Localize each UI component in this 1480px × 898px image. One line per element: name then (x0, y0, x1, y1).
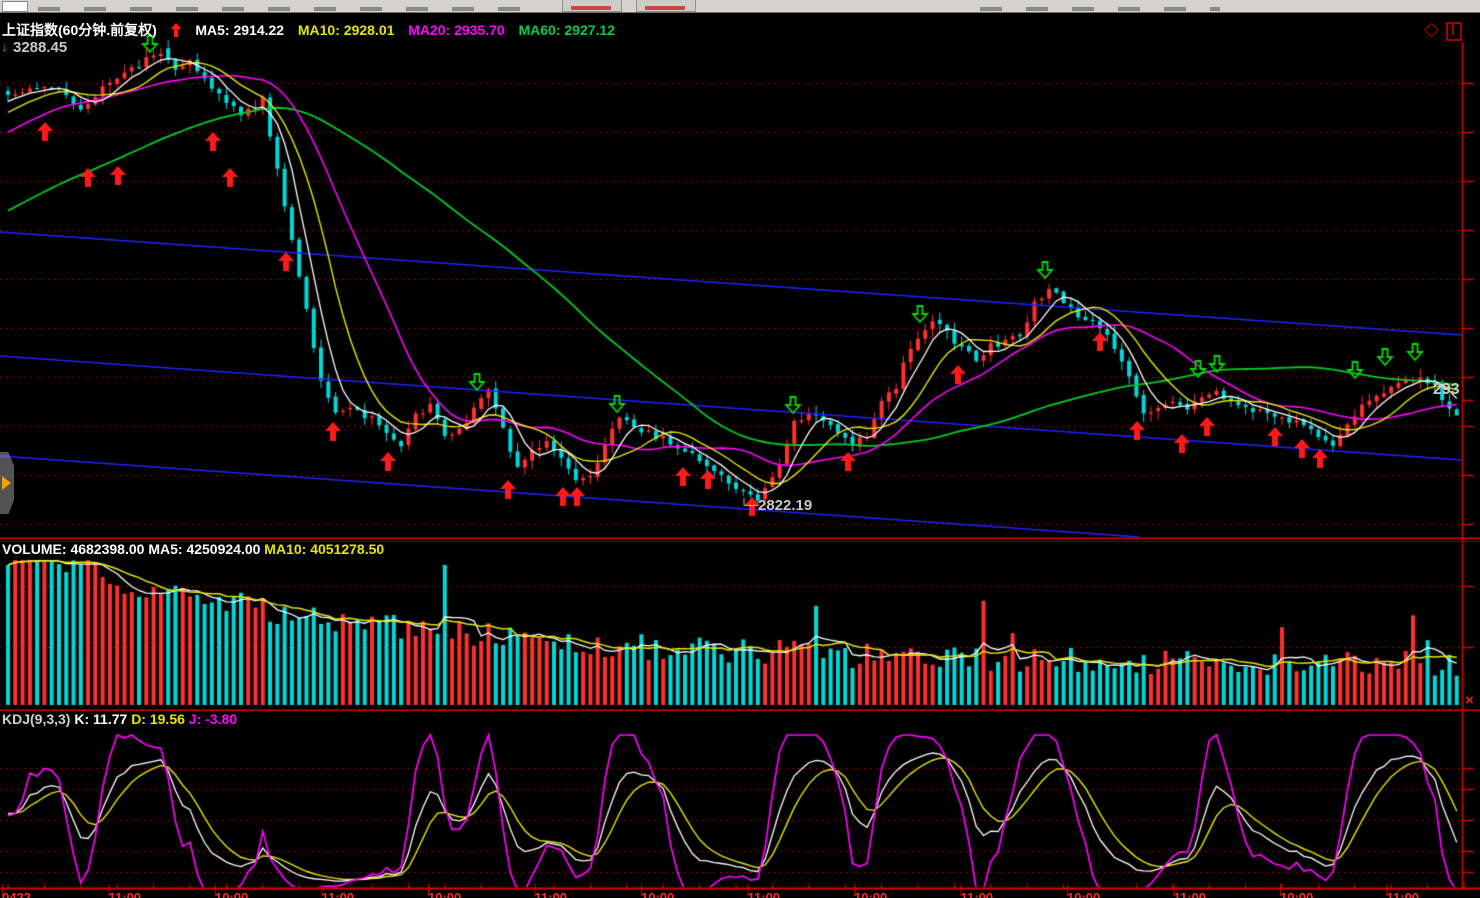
ma20-label: MA20: (408, 22, 450, 38)
kdj-j-label: J: (189, 711, 201, 727)
time-axis-label: 10:00 (854, 890, 887, 898)
time-axis-label: 11:00 (961, 890, 994, 898)
volume-label: VOLUME: (2, 541, 67, 557)
time-axis-label: 11:00 (322, 890, 355, 898)
ma10-value: 2928.01 (344, 22, 395, 38)
chart-title: 上证指数(60分钟.前复权) (2, 22, 157, 38)
ma60-label: MA60: (518, 22, 560, 38)
toolbar-menu-fragments (980, 7, 1220, 11)
toolbar-menu-fragments (38, 7, 538, 11)
main-chart-header: 上证指数(60分钟.前复权) MA5: 2914.22 MA10: 2928.0… (2, 20, 615, 40)
chart-canvas[interactable] (0, 0, 1480, 898)
kdj-j-value: -3.80 (205, 711, 237, 727)
kdj-header: KDJ(9,3,3) K: 11.77 D: 19.56 J: -3.80 (2, 711, 237, 727)
volume-ma5-value: 4250924.00 (186, 541, 260, 557)
trough-price-label: 2822.19 (758, 497, 812, 514)
top-toolbar (0, 0, 1480, 13)
kdj-d-label: D: (131, 711, 146, 727)
ma20-value: 2935.70 (454, 22, 505, 38)
ma5-value: 2914.22 (233, 22, 284, 38)
time-axis-label: 11:00 (1174, 890, 1207, 898)
diamond-icon[interactable]: ◇ (1424, 18, 1439, 41)
time-axis-label: 0422 (2, 890, 31, 898)
ma10-label: MA10: (298, 22, 340, 38)
volume-ma10-value: 4051278.50 (310, 541, 384, 557)
kdj-k-label: K: (74, 711, 89, 727)
up-arrow-icon (171, 23, 182, 37)
time-axis-label: 10:00 (428, 890, 461, 898)
time-axis-label: 11:00 (748, 890, 781, 898)
kdj-k-value: 11.77 (93, 711, 127, 727)
sell-marker-icon: ↓ (1, 39, 8, 54)
volume-ma5-label: MA5: (148, 541, 182, 557)
time-axis-label: 10:00 (1067, 890, 1100, 898)
toolbar-search-input[interactable] (2, 1, 28, 12)
time-axis-label: 10:00 (1280, 890, 1313, 898)
time-axis: 0422 11:00 10:00 11:00 10:00 11:00 10:00 11:00 1… (0, 889, 1480, 898)
time-axis-label: 11:00 (1387, 890, 1420, 898)
window-restore-icon[interactable] (1446, 22, 1462, 41)
ma5-label: MA5: (195, 22, 229, 38)
time-axis-label: 10:00 (215, 890, 248, 898)
ma60-value: 2927.12 (564, 22, 615, 38)
volume-header: VOLUME: 4682398.00 MA5: 4250924.00 MA10:… (2, 541, 384, 557)
expand-arrow-icon (2, 476, 11, 490)
toolbar-button[interactable] (636, 0, 696, 12)
volume-value: 4682398.00 (70, 541, 144, 557)
right-edge-price-label: 293 (1433, 381, 1460, 399)
kdj-d-value: 19.56 (150, 711, 185, 727)
volume-ma10-label: MA10: (264, 541, 306, 557)
kdj-name: KDJ(9,3,3) (2, 711, 70, 727)
close-panel-icon[interactable]: × (1465, 692, 1474, 709)
trading-terminal-window: { "main_chart": { "title": "上证指数(60分钟.前复… (0, 0, 1480, 898)
time-axis-label: 11:00 (109, 890, 142, 898)
sidebar-expand-handle[interactable] (0, 452, 14, 514)
time-axis-label: 10:00 (641, 890, 674, 898)
peak-price-label: 3288.45 (13, 39, 67, 56)
toolbar-button[interactable] (562, 0, 622, 12)
time-axis-label: 11:00 (535, 890, 568, 898)
